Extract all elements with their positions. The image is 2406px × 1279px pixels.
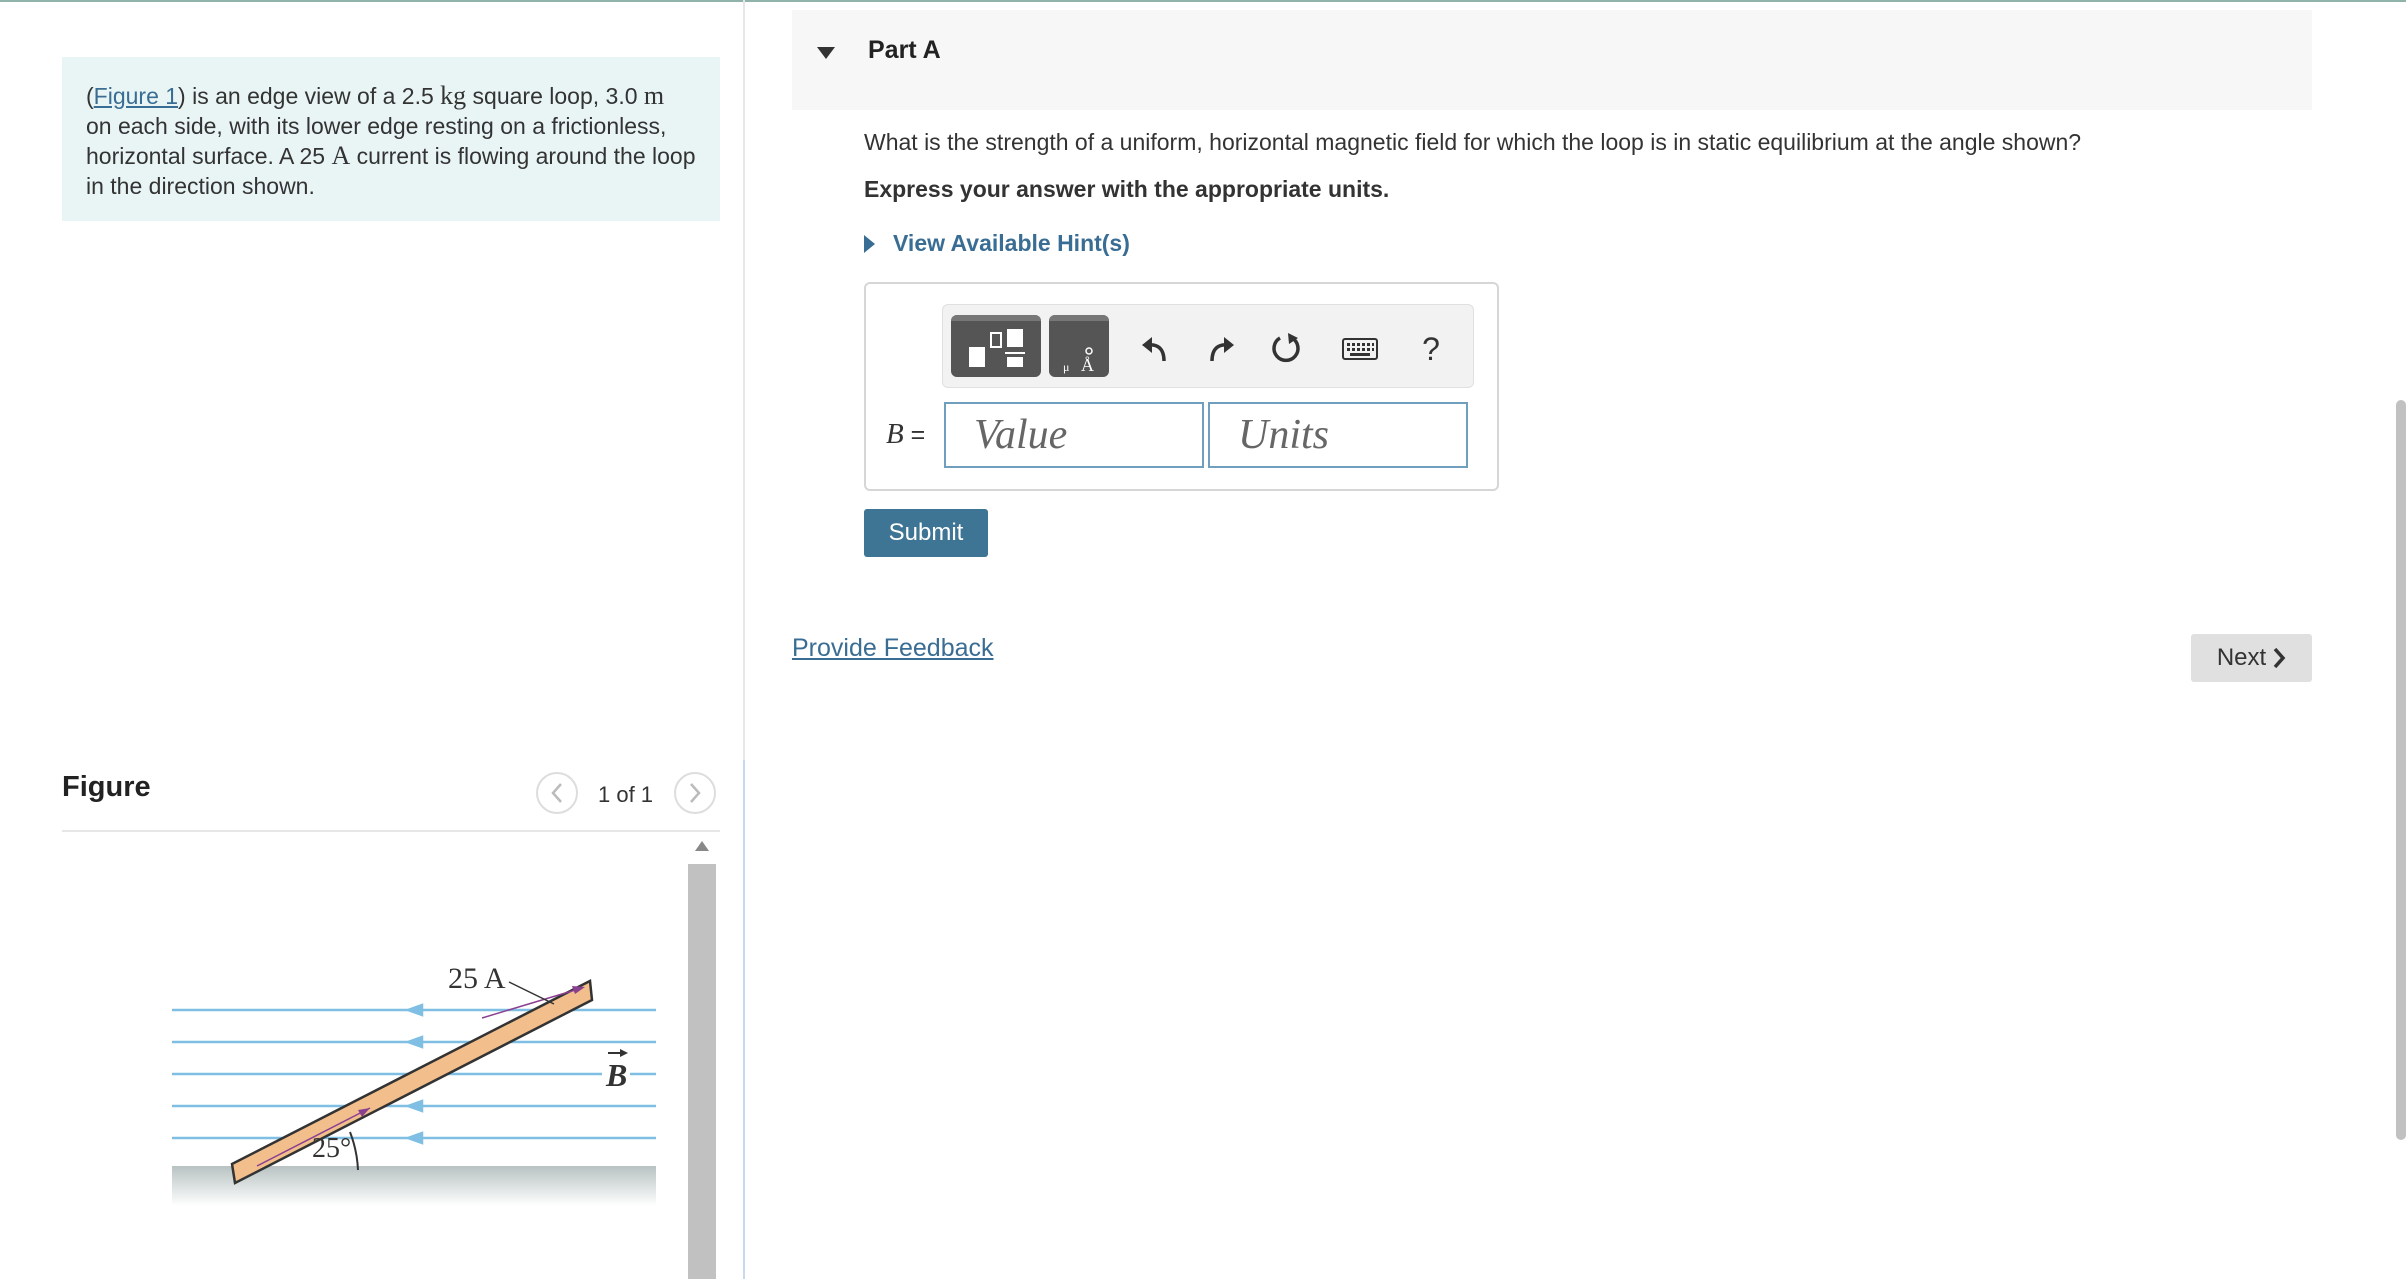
panel-resize-handle[interactable] bbox=[743, 760, 745, 1279]
chevron-right-icon bbox=[2273, 647, 2286, 669]
undo-button[interactable] bbox=[1135, 329, 1175, 369]
current-unit: A bbox=[331, 141, 351, 170]
reset-icon bbox=[1272, 333, 1300, 363]
value-input[interactable] bbox=[944, 402, 1204, 468]
keyboard-icon bbox=[1342, 338, 1378, 360]
symbols-button[interactable]: Å μ bbox=[1049, 315, 1109, 377]
svg-text:μ: μ bbox=[1063, 360, 1069, 374]
units-input[interactable] bbox=[1208, 402, 1468, 468]
hint-label: View Available Hint(s) bbox=[893, 230, 1130, 256]
figure-prev-button[interactable] bbox=[536, 772, 578, 814]
angle-label: 25° bbox=[312, 1133, 351, 1164]
redo-icon bbox=[1210, 337, 1234, 362]
page-scrollbar-thumb[interactable] bbox=[2396, 400, 2406, 1140]
answer-variable-label: B = bbox=[886, 418, 926, 450]
next-label: Next bbox=[2216, 644, 2267, 671]
angstrom-symbol-icon: Å μ bbox=[1063, 347, 1094, 375]
chevron-left-icon bbox=[551, 783, 562, 803]
figure-pager: 1 of 1 bbox=[598, 782, 654, 807]
figure-title: Figure bbox=[62, 771, 151, 803]
reset-button[interactable] bbox=[1267, 329, 1307, 369]
figure-scroll-thumb[interactable] bbox=[688, 864, 716, 1279]
figure-viewport: 25° 25 A B bbox=[62, 832, 720, 1279]
svg-text:Å: Å bbox=[1081, 355, 1094, 375]
keyboard-button[interactable] bbox=[1335, 329, 1385, 369]
chevron-right-icon bbox=[690, 783, 701, 803]
caret-right-icon bbox=[864, 234, 875, 253]
hint-toggle[interactable]: View Available Hint(s) bbox=[864, 230, 1130, 257]
answer-box: Å μ ? B = bbox=[864, 282, 1499, 491]
fraction-template-icon bbox=[969, 329, 1025, 367]
figure-link[interactable]: Figure 1 bbox=[94, 83, 178, 109]
current-label-pointer bbox=[508, 981, 555, 1005]
loop-diagram: 25° 25 A B bbox=[172, 962, 656, 1206]
side-unit: m bbox=[643, 81, 665, 110]
next-button[interactable]: Next bbox=[2191, 634, 2312, 682]
undo-icon bbox=[1142, 337, 1166, 362]
instruction-text: Express your answer with the appropriate… bbox=[864, 176, 1390, 202]
help-button[interactable]: ? bbox=[1411, 329, 1451, 369]
scroll-up-arrow-icon[interactable] bbox=[688, 832, 716, 860]
current-label: 25 A bbox=[448, 962, 506, 995]
figure-next-button[interactable] bbox=[674, 772, 716, 814]
submit-button[interactable]: Submit bbox=[864, 509, 988, 557]
provide-feedback-link[interactable]: Provide Feedback bbox=[792, 634, 994, 663]
question-text: What is the strength of a uniform, horiz… bbox=[864, 129, 2082, 155]
field-label: B bbox=[605, 1057, 627, 1093]
problem-statement: (Figure 1) is an edge view of a 2.5 kg s… bbox=[62, 57, 720, 221]
figure-header: Figure 1 of 1 bbox=[62, 766, 720, 832]
part-header[interactable]: Part A bbox=[792, 10, 2312, 110]
figure-scrollbar[interactable] bbox=[686, 832, 716, 1279]
math-toolbar: Å μ ? bbox=[942, 304, 1474, 388]
vector-arrow-icon bbox=[608, 1049, 628, 1057]
caret-down-icon[interactable] bbox=[816, 46, 836, 60]
redo-button[interactable] bbox=[1201, 329, 1241, 369]
part-title: Part A bbox=[868, 36, 941, 64]
mass-unit: kg bbox=[440, 81, 467, 110]
templates-button[interactable] bbox=[951, 315, 1041, 377]
